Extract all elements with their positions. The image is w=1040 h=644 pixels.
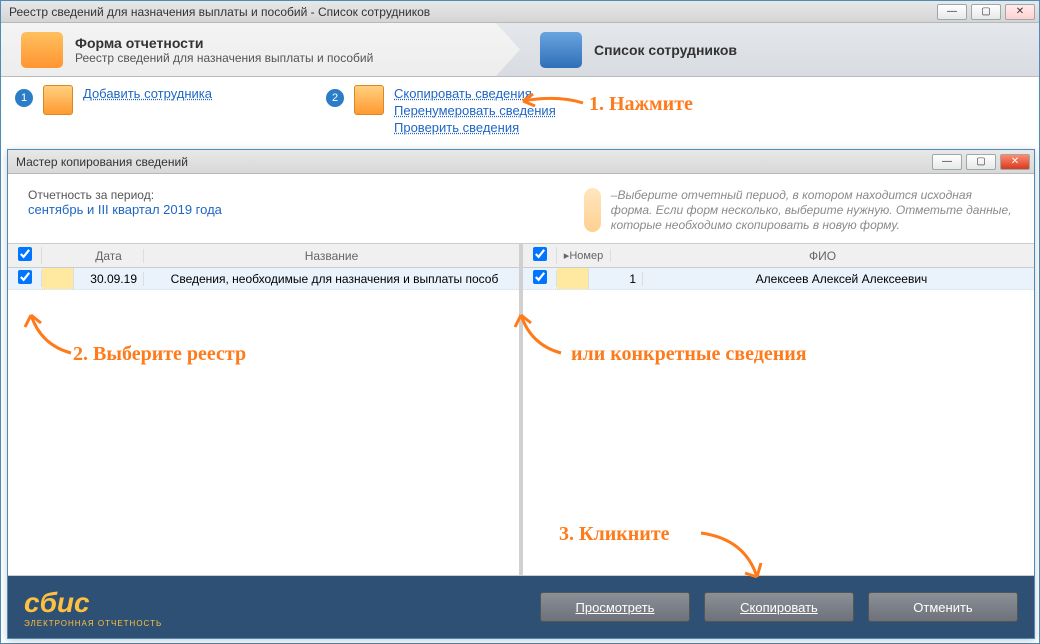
row-icon: [557, 268, 589, 289]
right-col-fio[interactable]: ФИО: [611, 249, 1034, 263]
step-badge-1: 1: [15, 89, 33, 107]
left-row-date: 30.09.19: [74, 272, 144, 286]
period-value[interactable]: сентябрь и III квартал 2019 года: [28, 202, 222, 217]
minimize-button[interactable]: —: [937, 4, 967, 20]
main-titlebar: Реестр сведений для назначения выплаты и…: [1, 1, 1039, 23]
right-col-num[interactable]: Номер: [569, 250, 603, 262]
close-button[interactable]: ✕: [1005, 4, 1035, 20]
mascot-icon: [584, 188, 601, 232]
preview-button[interactable]: Просмотреть: [540, 592, 690, 622]
right-row-num: 1: [589, 272, 643, 286]
cancel-button[interactable]: Отменить: [868, 592, 1018, 622]
maximize-button[interactable]: ▢: [971, 4, 1001, 20]
annotation-arrow-1: [517, 91, 587, 115]
copy-button[interactable]: Скопировать: [704, 592, 854, 622]
table-row[interactable]: 30.09.19 Сведения, необходимые для назна…: [8, 268, 519, 290]
row-icon: [42, 268, 74, 289]
left-pane: Дата Название 30.09.19 Сведения, необход…: [8, 244, 523, 575]
main-title: Реестр сведений для назначения выплаты и…: [9, 5, 937, 19]
wizard-titlebar: Мастер копирования сведений — ▢ ✕: [8, 150, 1034, 174]
annotation-step2b: или конкретные сведения: [571, 343, 807, 366]
wizard-maximize-button[interactable]: ▢: [966, 154, 996, 170]
add-employee-link[interactable]: Добавить сотрудника: [83, 85, 212, 102]
breadcrumb-step-employees[interactable]: Список сотрудников: [520, 23, 1039, 76]
right-row-checkbox[interactable]: [533, 270, 547, 284]
wizard-hint: –Выберите отчетный период, в котором нах…: [611, 188, 1014, 233]
logo: сбис ЭЛЕКТРОННАЯ ОТЧЕТНОСТЬ: [24, 587, 526, 628]
step-badge-2: 2: [326, 89, 344, 107]
annotation-arrow-2b: [511, 309, 571, 359]
wizard-minimize-button[interactable]: —: [932, 154, 962, 170]
annotation-step3: 3. Кликните: [559, 523, 670, 546]
annotation-step1: 1. Нажмите: [589, 93, 693, 116]
form-icon: [21, 32, 63, 68]
left-col-date[interactable]: Дата: [74, 249, 144, 263]
right-row-fio: Алексеев Алексей Алексеевич: [643, 272, 1034, 286]
annotation-arrow-3: [695, 525, 775, 585]
breadcrumb-step-form[interactable]: Форма отчетности Реестр сведений для наз…: [1, 23, 520, 76]
annotation-arrow-2: [21, 309, 81, 359]
copy-data-icon: [354, 85, 384, 115]
wizard-title: Мастер копирования сведений: [16, 155, 932, 169]
right-select-all-checkbox[interactable]: [533, 247, 547, 261]
check-data-link[interactable]: Проверить сведения: [394, 119, 556, 136]
left-col-name[interactable]: Название: [144, 249, 519, 263]
left-row-checkbox[interactable]: [18, 270, 32, 284]
left-select-all-checkbox[interactable]: [18, 247, 32, 261]
step-employees-title: Список сотрудников: [594, 42, 737, 58]
step-form-sub: Реестр сведений для назначения выплаты и…: [75, 51, 373, 65]
wizard-close-button[interactable]: ✕: [1000, 154, 1030, 170]
step-form-title: Форма отчетности: [75, 35, 373, 51]
left-row-name: Сведения, необходимые для назначения и в…: [144, 272, 519, 286]
period-label: Отчетность за период:: [28, 188, 222, 202]
add-employee-icon: [43, 85, 73, 115]
employees-icon: [540, 32, 582, 68]
annotation-step2: 2. Выберите реестр: [73, 343, 246, 366]
table-row[interactable]: 1 Алексеев Алексей Алексеевич: [523, 268, 1034, 290]
